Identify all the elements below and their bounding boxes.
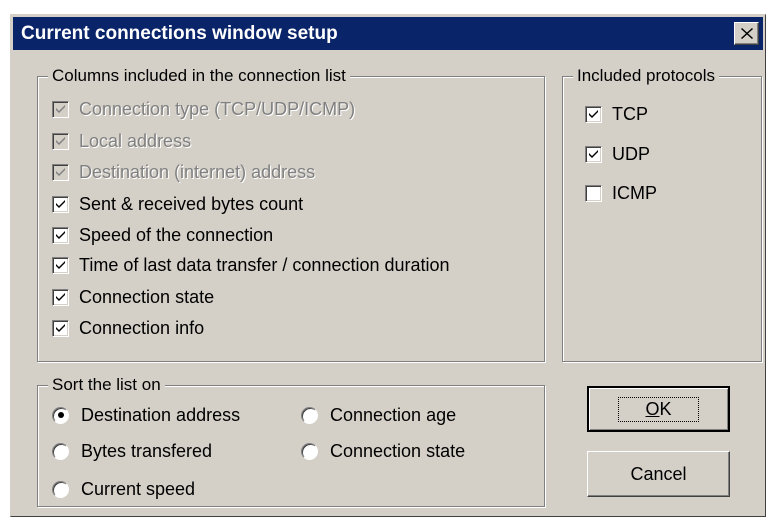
dialog-window: Current connections window setup Columns…: [10, 14, 766, 517]
column-option-speed[interactable]: Speed of the connection: [52, 223, 273, 247]
protocol-option-udp[interactable]: UDP: [585, 142, 650, 166]
column-option-connection-type: Connection type (TCP/UDP/ICMP): [52, 97, 355, 121]
checkmark-icon: [56, 261, 65, 269]
sort-option-destination-address[interactable]: Destination address: [52, 403, 240, 427]
column-option-last-transfer-time[interactable]: Time of last data transfer / connection …: [52, 253, 450, 277]
checkmark-icon: [56, 105, 65, 113]
checkmark-icon: [56, 293, 65, 301]
checkmark-icon: [56, 231, 65, 239]
radio-destination-address[interactable]: [52, 406, 69, 424]
radio-selected-dot: [57, 412, 64, 418]
checkmark-icon: [56, 200, 65, 208]
checkbox-connection-info[interactable]: [52, 319, 69, 337]
checkmark-icon: [56, 137, 65, 145]
checkbox-connection-type: [52, 100, 69, 118]
checkmark-icon: [589, 150, 598, 158]
sort-option-label: Destination address: [81, 404, 241, 425]
column-option-destination-address: Destination (internet) address: [52, 160, 315, 184]
radio-connection-age[interactable]: [301, 406, 318, 424]
sort-option-current-speed[interactable]: Current speed: [52, 477, 195, 501]
checkbox-local-address: [52, 132, 69, 150]
ok-button-label: OK: [618, 396, 699, 422]
cancel-button[interactable]: Cancel: [587, 451, 730, 497]
close-icon: [741, 28, 753, 39]
ok-label-rest: K: [659, 398, 672, 419]
column-option-label: Time of last data transfer / connection …: [79, 254, 450, 275]
sort-option-connection-state[interactable]: Connection state: [301, 439, 465, 463]
columns-group: Columns included in the connection list …: [37, 65, 545, 362]
column-option-label: Sent & received bytes count: [79, 193, 304, 214]
ok-mnemonic: O: [645, 398, 660, 419]
column-option-label: Connection state: [79, 286, 215, 307]
column-option-connection-info[interactable]: Connection info: [52, 316, 204, 340]
checkbox-speed[interactable]: [52, 226, 69, 244]
checkbox-icmp[interactable]: [585, 184, 602, 202]
column-option-connection-state[interactable]: Connection state: [52, 285, 214, 309]
sort-option-bytes-transfered[interactable]: Bytes transfered: [52, 439, 212, 463]
protocol-label: ICMP: [612, 182, 657, 203]
protocols-group: Included protocols TCP UDP ICMP: [562, 65, 762, 362]
sort-option-label: Connection age: [330, 404, 457, 425]
protocol-option-icmp[interactable]: ICMP: [585, 181, 657, 205]
checkmark-icon: [56, 168, 65, 176]
column-option-label: Connection type (TCP/UDP/ICMP): [79, 98, 356, 119]
checkbox-udp[interactable]: [585, 145, 602, 163]
column-option-bytes-count[interactable]: Sent & received bytes count: [52, 192, 303, 216]
checkbox-destination-address: [52, 163, 69, 181]
title-bar[interactable]: Current connections window setup: [13, 17, 763, 50]
checkbox-tcp[interactable]: [585, 105, 602, 123]
radio-connection-state[interactable]: [301, 442, 318, 460]
sort-option-label: Connection state: [330, 440, 466, 461]
column-option-label: Speed of the connection: [79, 224, 274, 245]
close-button[interactable]: [734, 22, 759, 45]
column-option-local-address: Local address: [52, 129, 191, 153]
radio-bytes-transfered[interactable]: [52, 442, 69, 460]
protocol-label: UDP: [612, 143, 651, 164]
columns-group-legend: Columns included in the connection list: [48, 65, 350, 87]
column-option-label: Connection info: [79, 317, 205, 338]
window-title: Current connections window setup: [21, 23, 338, 44]
sort-option-label: Current speed: [81, 478, 196, 499]
checkbox-last-transfer-time[interactable]: [52, 256, 69, 274]
sort-option-connection-age[interactable]: Connection age: [301, 403, 456, 427]
sort-group-legend: Sort the list on: [48, 374, 165, 396]
checkbox-bytes-count[interactable]: [52, 195, 69, 213]
sort-group: Sort the list on Destination address Con…: [37, 374, 545, 507]
protocols-group-legend: Included protocols: [573, 65, 719, 87]
checkmark-icon: [589, 110, 598, 118]
ok-button[interactable]: OK: [587, 386, 730, 432]
protocol-label: TCP: [612, 103, 648, 124]
column-option-label: Local address: [79, 130, 192, 151]
checkbox-connection-state[interactable]: [52, 288, 69, 306]
cancel-button-label: Cancel: [630, 463, 687, 484]
column-option-label: Destination (internet) address: [79, 161, 316, 182]
checkmark-icon: [56, 324, 65, 332]
protocol-option-tcp[interactable]: TCP: [585, 102, 648, 126]
radio-current-speed[interactable]: [52, 480, 69, 498]
sort-option-label: Bytes transfered: [81, 440, 213, 461]
